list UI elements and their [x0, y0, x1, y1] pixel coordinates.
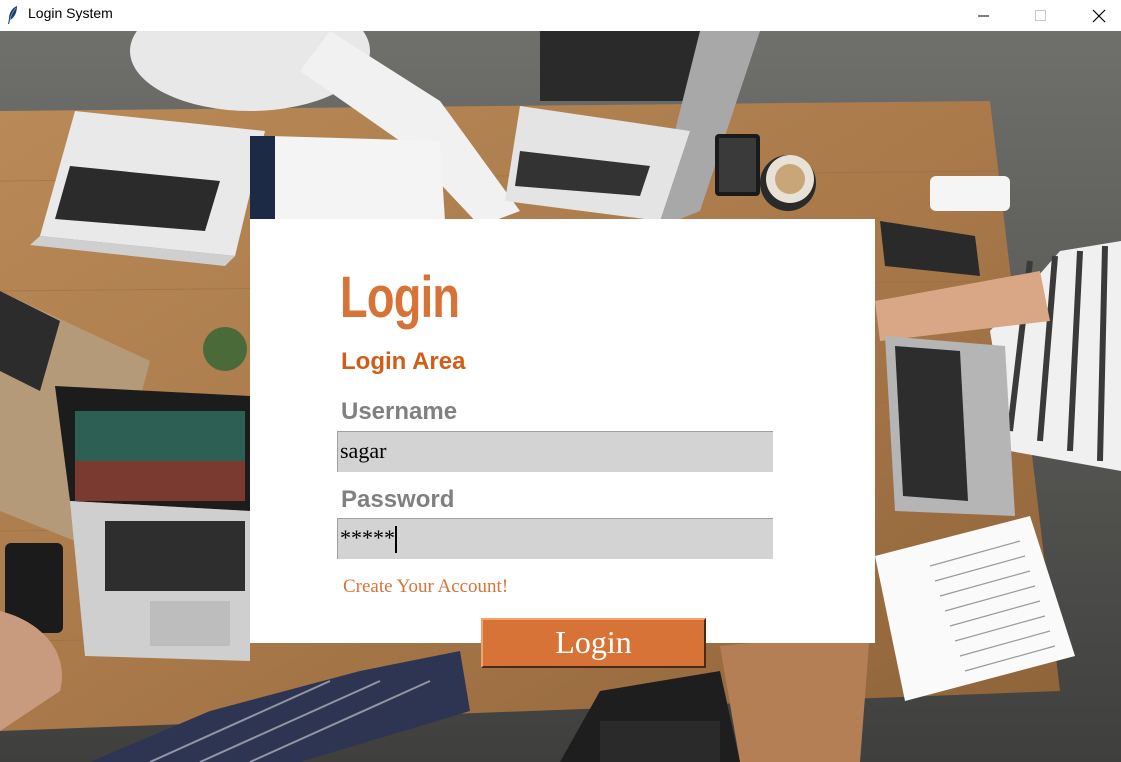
- username-label: Username: [341, 398, 458, 425]
- maximize-icon: [1035, 9, 1046, 21]
- username-value: sagar: [340, 438, 387, 463]
- password-value: *****: [340, 525, 395, 550]
- create-account-link[interactable]: Create Your Account!: [343, 576, 508, 598]
- feather-icon: [8, 6, 17, 24]
- window-title: Login System: [28, 5, 113, 21]
- password-label: Password: [341, 486, 455, 513]
- login-area-subheading: Login Area: [341, 348, 466, 375]
- text-cursor: [395, 526, 397, 553]
- password-input[interactable]: *****: [337, 518, 773, 559]
- title-bar: Login System: [0, 0, 1121, 31]
- close-button[interactable]: [1076, 0, 1121, 31]
- maximize-button[interactable]: [1018, 0, 1064, 31]
- username-input[interactable]: sagar: [337, 431, 773, 472]
- login-button[interactable]: Login: [481, 618, 706, 668]
- minimize-icon: [978, 15, 989, 16]
- close-icon: [1092, 9, 1106, 22]
- login-heading: Login: [340, 265, 460, 330]
- minimize-button[interactable]: [961, 0, 1007, 31]
